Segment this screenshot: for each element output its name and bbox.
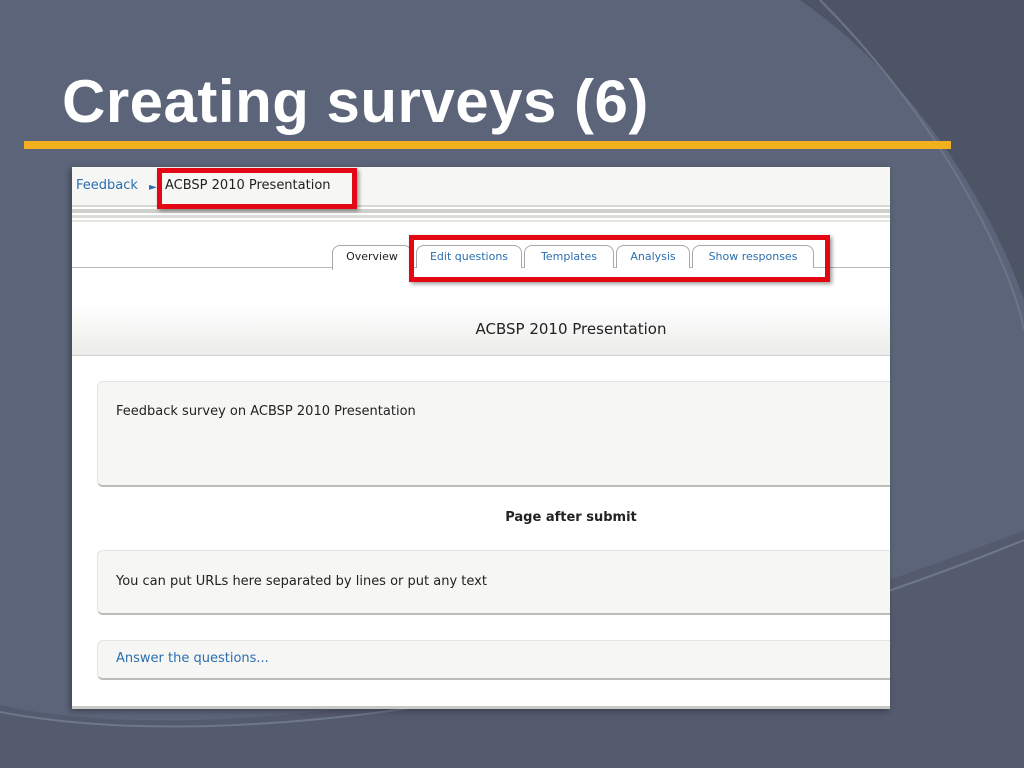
panel-bottom-border <box>72 706 890 709</box>
tab-overview[interactable]: Overview <box>332 245 412 270</box>
answer-box: Answer the questions... <box>97 640 890 680</box>
page-after-submit-label: Page after submit <box>505 510 637 525</box>
breadcrumb-arrow-icon: ► <box>149 182 157 193</box>
page-heading: ACBSP 2010 Presentation <box>475 320 667 338</box>
description-box: Feedback survey on ACBSP 2010 Presentati… <box>97 381 890 487</box>
title-underline <box>24 141 951 149</box>
page-after-submit-box: You can put URLs here separated by lines… <box>97 550 890 615</box>
slide-title: Creating surveys (6) <box>62 68 649 135</box>
breadcrumb-feedback-link[interactable]: Feedback <box>76 178 138 194</box>
answer-questions-link[interactable]: Answer the questions... <box>116 651 269 666</box>
tab-label: Overview <box>346 250 398 263</box>
tabs-highlight-frame <box>409 235 830 282</box>
description-text: Feedback survey on ACBSP 2010 Presentati… <box>116 404 416 419</box>
page-after-submit-text: You can put URLs here separated by lines… <box>116 574 487 589</box>
breadcrumb-highlight-frame <box>157 168 357 209</box>
